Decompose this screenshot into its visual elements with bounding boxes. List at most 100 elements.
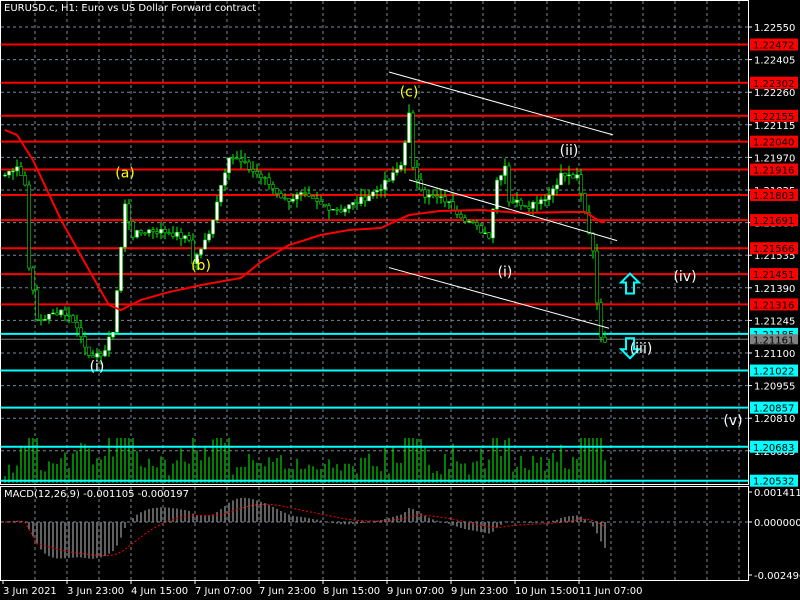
candle	[439, 189, 443, 204]
candle	[403, 139, 407, 174]
resistance-level-label: 1.22302	[753, 79, 794, 90]
candle-body	[171, 232, 175, 237]
candle-body	[303, 192, 307, 195]
candle-body	[427, 194, 431, 198]
candle-body	[343, 208, 347, 213]
candle-body	[111, 331, 115, 338]
candle-body	[223, 172, 227, 186]
candle-body	[135, 230, 139, 238]
candle	[247, 159, 251, 173]
candle	[343, 206, 347, 217]
candle-body	[435, 195, 439, 198]
candle-body	[603, 337, 607, 343]
x-tick-label: 7 Jun 07:00	[195, 586, 252, 597]
candle-body	[55, 312, 59, 316]
candle	[87, 346, 91, 359]
candle	[15, 159, 19, 177]
candle-body	[327, 205, 331, 211]
candle-body	[319, 201, 323, 205]
wave-label: (v)	[723, 413, 742, 429]
candle-body	[339, 209, 343, 213]
main-plot-frame	[0, 0, 749, 485]
wave-label: (b)	[191, 258, 211, 274]
candle-body	[159, 229, 163, 234]
candle-body	[467, 220, 471, 223]
candle	[499, 174, 503, 186]
candle-body	[595, 250, 599, 304]
candle-body	[51, 312, 55, 315]
y-tick-label: 1.21970	[754, 153, 795, 164]
y-tick-label: 1.21245	[754, 316, 795, 327]
candle	[351, 202, 355, 210]
candle-body	[415, 167, 419, 181]
candle-body	[359, 196, 363, 204]
x-tick-label: 4 Jun 15:00	[131, 586, 188, 597]
candle	[19, 161, 23, 176]
candle-body	[555, 184, 559, 190]
candle-body	[507, 165, 511, 203]
candle	[587, 205, 591, 235]
wave-label: (i)	[90, 359, 105, 375]
candle	[7, 170, 11, 179]
candle-body	[543, 199, 547, 201]
candle-body	[43, 319, 47, 321]
candle	[43, 314, 47, 321]
candle-body	[399, 165, 403, 170]
candle-body	[567, 174, 571, 177]
y-tick-label: 1.20955	[754, 382, 795, 393]
macd-y-tick-label: 0.000000	[754, 518, 800, 529]
candle	[27, 180, 31, 271]
candle	[559, 164, 563, 186]
candle	[511, 196, 515, 204]
candle-body	[307, 193, 311, 197]
candle-body	[315, 198, 319, 202]
x-tick-label: 8 Jun 15:00	[323, 586, 380, 597]
candle-body	[451, 201, 455, 211]
candle	[131, 220, 135, 241]
candle-body	[19, 166, 23, 176]
candle	[63, 306, 67, 322]
candle-body	[371, 191, 375, 197]
candle	[35, 284, 39, 322]
candle-body	[591, 232, 595, 252]
candle-body	[183, 235, 187, 239]
candle	[243, 153, 247, 165]
candle	[335, 207, 339, 216]
candle-body	[571, 174, 575, 179]
candle-body	[583, 193, 587, 213]
resistance-level-label: 1.21566	[753, 244, 794, 255]
candle-body	[227, 157, 231, 174]
candle	[263, 175, 267, 185]
price-chart[interactable]: 1.225501.224051.222601.221151.219701.218…	[0, 0, 800, 600]
candle-body	[71, 315, 75, 323]
candle-body	[351, 202, 355, 206]
candle-body	[475, 222, 479, 226]
candle	[411, 110, 415, 171]
candle	[319, 195, 323, 205]
candle	[519, 197, 523, 210]
candle-body	[559, 172, 563, 186]
candle-body	[35, 289, 39, 320]
resistance-level-label: 1.22040	[753, 138, 794, 149]
resistance-level-label: 1.21451	[753, 270, 794, 281]
chart-title: EURUSD.c, H1: Euro vs US Dollar Forward …	[4, 3, 257, 14]
candle-body	[23, 175, 27, 186]
candle-body	[463, 217, 467, 222]
candle-body	[335, 208, 339, 211]
macd-y-tick-label: -0.002496	[754, 571, 800, 582]
candle-body	[423, 189, 427, 198]
candle-body	[175, 232, 179, 237]
candle	[483, 226, 487, 235]
candle	[235, 151, 239, 160]
candle	[151, 226, 155, 239]
candle	[387, 178, 391, 182]
wave-label: (a)	[115, 166, 135, 182]
candle	[543, 194, 547, 207]
candle-body	[155, 231, 159, 234]
candle	[147, 228, 151, 237]
candle-body	[251, 168, 255, 172]
candle-body	[355, 202, 359, 204]
candle-body	[551, 188, 555, 196]
candle	[595, 243, 599, 311]
candle	[271, 181, 275, 195]
